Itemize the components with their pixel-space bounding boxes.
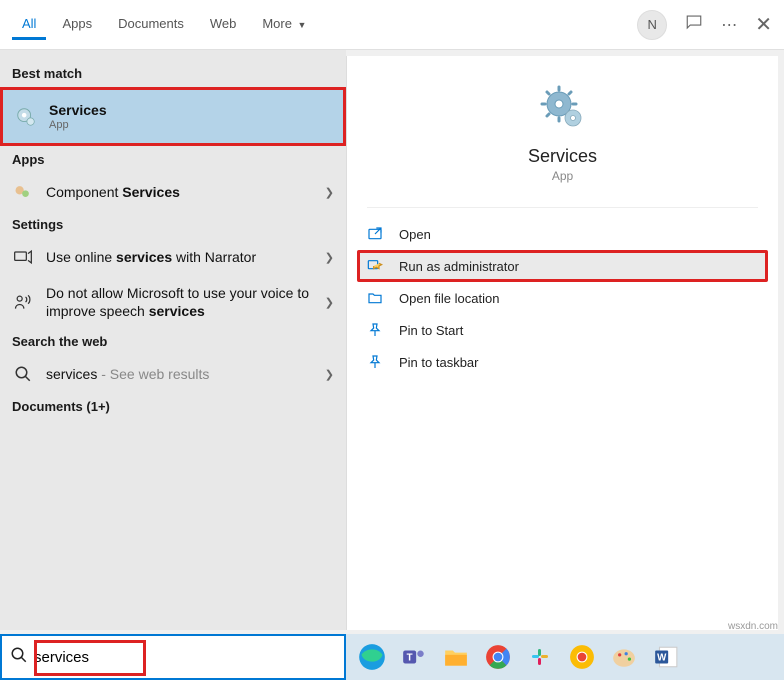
services-big-icon bbox=[539, 84, 587, 132]
folder-icon bbox=[367, 290, 389, 306]
result-component-services[interactable]: Component Services ❯ bbox=[0, 173, 346, 211]
close-icon[interactable]: ✕ bbox=[755, 12, 772, 37]
action-pin-to-start[interactable]: Pin to Start bbox=[357, 314, 768, 346]
search-icon bbox=[12, 363, 34, 385]
more-options-icon[interactable]: ⋯ bbox=[721, 15, 737, 35]
search-box[interactable] bbox=[0, 634, 346, 680]
taskbar-teams-icon[interactable]: T bbox=[396, 639, 432, 675]
component-services-icon bbox=[12, 181, 34, 203]
settings-label: Settings bbox=[0, 211, 346, 238]
action-run-as-admin[interactable]: Run as administrator bbox=[357, 250, 768, 282]
services-gear-icon bbox=[15, 106, 37, 128]
taskbar-paint-icon[interactable] bbox=[606, 639, 642, 675]
watermark: wsxdn.com bbox=[728, 621, 778, 632]
chevron-right-icon: ❯ bbox=[325, 296, 334, 309]
tab-documents[interactable]: Documents bbox=[108, 10, 194, 40]
svg-text:T: T bbox=[407, 652, 413, 663]
preview-title: Services bbox=[528, 146, 597, 167]
results-panel: Best match Services App Apps Component S… bbox=[0, 50, 346, 630]
pin-start-icon bbox=[367, 322, 389, 338]
result-speech-services[interactable]: Do not allow Microsoft to use your voice… bbox=[0, 276, 346, 328]
best-match-result[interactable]: Services App bbox=[0, 87, 346, 146]
pin-taskbar-icon bbox=[367, 354, 389, 370]
svg-text:W: W bbox=[657, 652, 667, 663]
search-icon bbox=[10, 646, 28, 669]
preview-panel: Services App Open Run as administrator O… bbox=[346, 56, 778, 630]
apps-label: Apps bbox=[0, 146, 346, 173]
search-input[interactable] bbox=[34, 649, 336, 666]
action-open[interactable]: Open bbox=[357, 218, 768, 250]
preview-sub: App bbox=[552, 169, 573, 183]
taskbar-word-icon[interactable]: W bbox=[648, 639, 684, 675]
top-right-controls: N ⋯ ✕ bbox=[637, 10, 772, 40]
top-bar: All Apps Documents Web More ▼ N ⋯ ✕ bbox=[0, 0, 784, 50]
feedback-icon[interactable] bbox=[685, 13, 703, 36]
tab-apps[interactable]: Apps bbox=[52, 10, 102, 40]
tab-all[interactable]: All bbox=[12, 10, 46, 40]
result-web-services[interactable]: services - See web results ❯ bbox=[0, 355, 346, 393]
taskbar-slack-icon[interactable] bbox=[522, 639, 558, 675]
taskbar-explorer-icon[interactable] bbox=[438, 639, 474, 675]
tab-more[interactable]: More ▼ bbox=[252, 10, 316, 40]
taskbar: T W bbox=[346, 634, 784, 680]
user-avatar[interactable]: N bbox=[637, 10, 667, 40]
chevron-right-icon: ❯ bbox=[325, 251, 334, 264]
tab-web[interactable]: Web bbox=[200, 10, 247, 40]
chevron-right-icon: ❯ bbox=[325, 186, 334, 199]
chevron-right-icon: ❯ bbox=[325, 368, 334, 381]
best-match-title: Services bbox=[49, 102, 331, 118]
best-match-sub: App bbox=[49, 119, 331, 131]
best-match-label: Best match bbox=[0, 60, 346, 87]
chevron-down-icon: ▼ bbox=[295, 20, 306, 30]
search-web-label: Search the web bbox=[0, 328, 346, 355]
taskbar-chrome2-icon[interactable] bbox=[564, 639, 600, 675]
narrator-icon bbox=[12, 246, 34, 268]
shield-admin-icon bbox=[367, 258, 389, 274]
search-tabs: All Apps Documents Web More ▼ bbox=[12, 10, 637, 40]
documents-label: Documents (1+) bbox=[0, 393, 346, 420]
action-pin-to-taskbar[interactable]: Pin to taskbar bbox=[357, 346, 768, 378]
speech-icon bbox=[12, 291, 34, 313]
open-icon bbox=[367, 226, 389, 242]
action-open-file-location[interactable]: Open file location bbox=[357, 282, 768, 314]
result-narrator-services[interactable]: Use online services with Narrator ❯ bbox=[0, 238, 346, 276]
taskbar-chrome-icon[interactable] bbox=[480, 639, 516, 675]
taskbar-edge-icon[interactable] bbox=[354, 639, 390, 675]
